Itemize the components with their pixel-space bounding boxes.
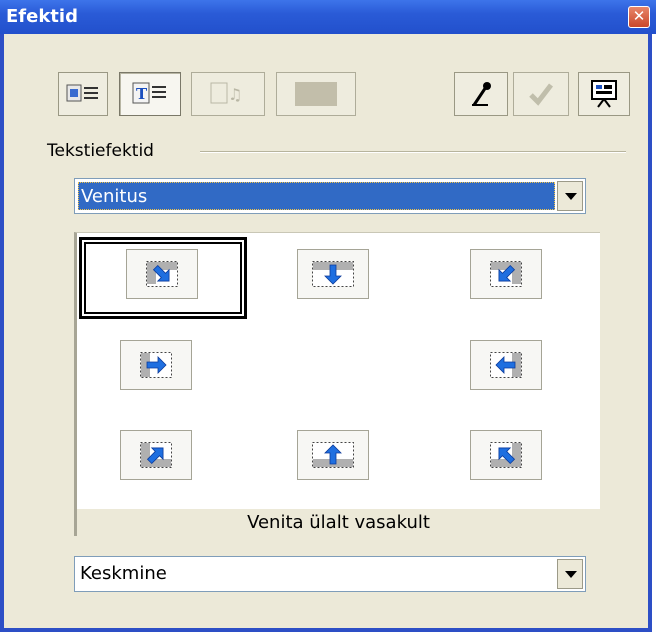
sw-arrow-icon (490, 261, 522, 287)
close-button[interactable]: ✕ (628, 6, 650, 28)
group-separator (200, 151, 626, 153)
effect-stretch-from-top-left[interactable] (126, 249, 198, 299)
e-arrow-icon (140, 352, 172, 378)
effect-stretch-from-right[interactable] (470, 340, 542, 390)
sound-effects-icon: ♫ (210, 82, 242, 104)
chevron-down-icon[interactable] (557, 181, 583, 211)
title-bar[interactable]: Efektid ✕ (0, 0, 656, 34)
effect-stretch-from-bottom[interactable] (297, 430, 369, 480)
ne-arrow-icon (140, 442, 172, 468)
window-title: Efektid (6, 6, 78, 27)
extras-button[interactable] (454, 72, 508, 116)
text-effects-icon: T (132, 82, 166, 104)
blank-icon (295, 82, 337, 106)
s-arrow-icon (312, 261, 354, 287)
nw-arrow-icon (490, 442, 522, 468)
speed-dropdown[interactable]: Keskmine (74, 556, 586, 592)
effect-stretch-from-top[interactable] (297, 249, 369, 299)
chevron-down-icon[interactable] (557, 559, 583, 589)
speed-value: Keskmine (80, 563, 167, 584)
effect-stretch-from-top-right[interactable] (470, 249, 542, 299)
presentation-icon (591, 80, 617, 108)
checkmark-icon (529, 83, 553, 106)
effect-stretch-from-bottom-right[interactable] (470, 430, 542, 480)
n-arrow-icon (312, 442, 354, 468)
effect-stretch-from-bottom-left[interactable] (120, 430, 192, 480)
blank-effects-button[interactable] (276, 72, 356, 116)
slide-effects-icon (66, 84, 98, 102)
se-arrow-icon (146, 261, 178, 287)
effect-stretch-from-left[interactable] (120, 340, 192, 390)
slide-effects-button[interactable] (58, 72, 108, 116)
text-effects-button[interactable]: T (119, 72, 181, 116)
svg-text:♫: ♫ (228, 85, 242, 104)
microphone-icon (472, 82, 491, 106)
effect-category-value: Venitus (78, 182, 555, 210)
effect-description: Venita ülalt vasakult (77, 509, 600, 537)
preview-button[interactable] (578, 72, 630, 116)
w-arrow-icon (490, 352, 522, 378)
effect-category-dropdown[interactable]: Venitus (74, 178, 586, 214)
assign-button[interactable] (513, 72, 569, 116)
sound-effects-button[interactable]: ♫ (191, 72, 265, 116)
svg-text:T: T (136, 85, 148, 103)
group-label: Tekstiefektid (47, 141, 162, 161)
